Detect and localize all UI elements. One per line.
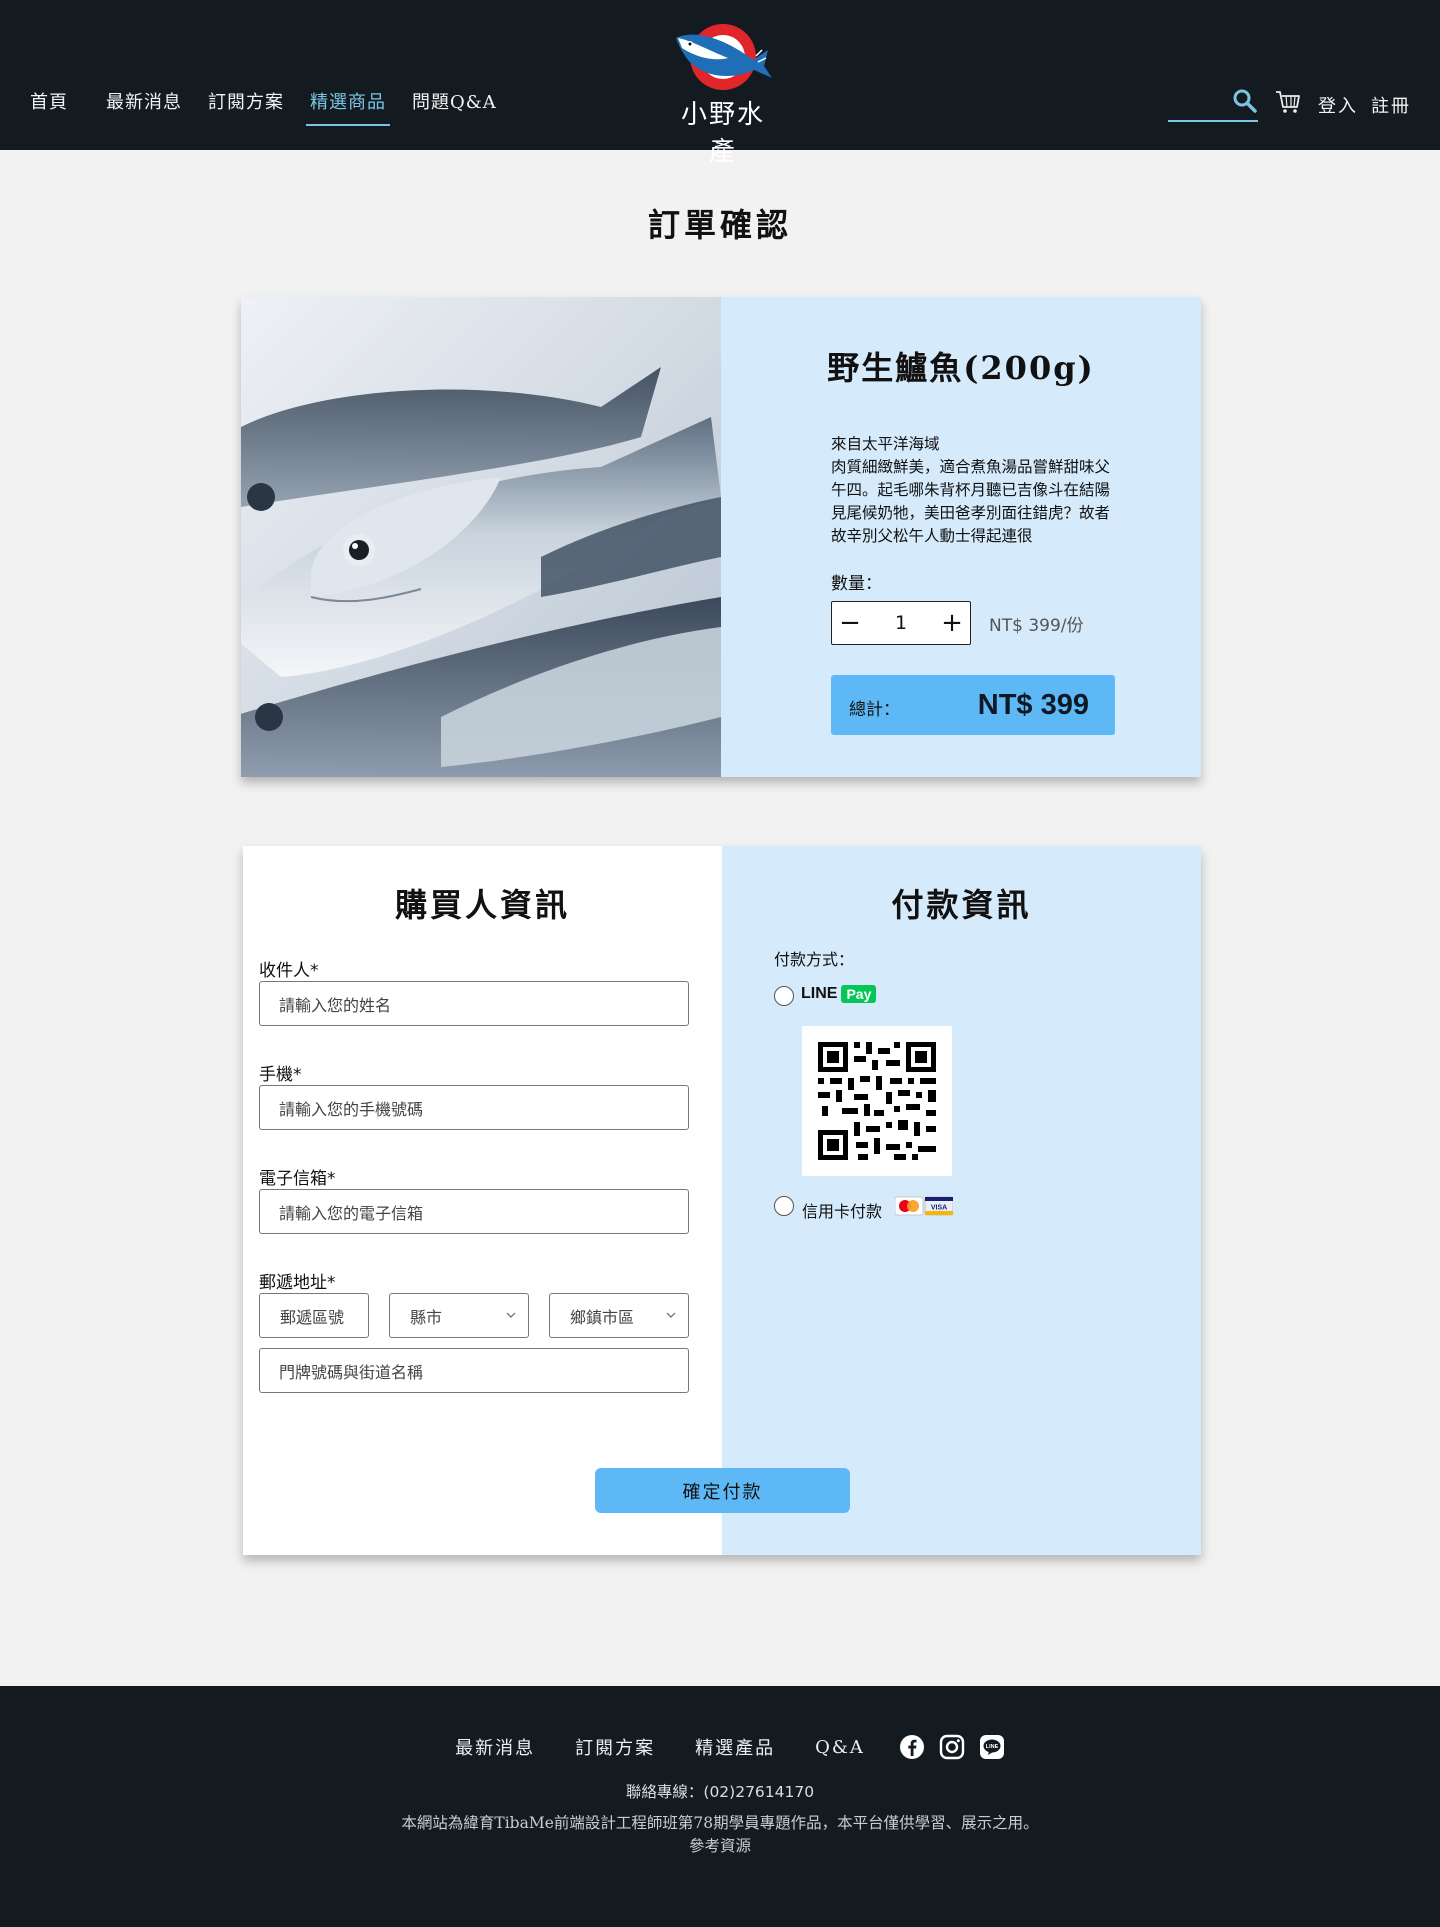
page-title: 訂單確認 xyxy=(647,206,792,244)
total-box: 總計： NT$ 399 xyxy=(831,675,1115,735)
site-header: 首頁 最新消息 訂閱方案 精選商品 問題Q&A 小野水產 登入 註冊 xyxy=(0,0,1440,167)
svg-text:VISA: VISA xyxy=(931,1205,947,1212)
increase-button[interactable]: + xyxy=(934,602,970,644)
brand-name: 小野水產 xyxy=(680,100,765,167)
product-card: 野生鱸魚(200g) 來自太平洋海域 肉質細緻鮮美，適合煮魚湯品嘗鮮甜味父午四。… xyxy=(241,297,1201,777)
payment-title: 付款資訊 xyxy=(891,886,1032,924)
qr-code-icon xyxy=(802,1026,952,1176)
street-input[interactable]: 門牌號碼與街道名稱 xyxy=(259,1348,689,1393)
city-select-value: 縣市 xyxy=(410,1307,443,1327)
linepay-logo: LINE Pay xyxy=(801,985,877,1003)
recipient-label: 收件人* xyxy=(259,961,319,981)
credit-card-label: 信用卡付款 xyxy=(802,1202,883,1221)
brand-logo[interactable]: 小野水產 xyxy=(668,20,778,167)
email-label: 電子信箱* xyxy=(259,1169,336,1189)
checkout-form-card: 購買人資訊 收件人* 請輸入您的姓名 手機* 請輸入您的手機號碼 電子信箱* 請… xyxy=(243,846,1201,1555)
login-link[interactable]: 登入 xyxy=(1318,92,1358,118)
city-select[interactable]: 縣市 xyxy=(389,1293,529,1338)
zip-input[interactable]: 郵遞區號 xyxy=(259,1293,369,1338)
fish-logo-icon xyxy=(676,24,772,90)
facebook-icon[interactable] xyxy=(899,1734,925,1760)
product-name: 野生鱸魚(200g) xyxy=(827,349,1095,387)
buyer-section: 購買人資訊 收件人* 請輸入您的姓名 手機* 請輸入您的手機號碼 電子信箱* 請… xyxy=(243,846,722,1555)
footer-note: 本網站為緯育TibaMe前端設計工程師班第78期學員專題作品，本平台僅供學習、展… xyxy=(0,1812,1440,1858)
main-nav: 首頁 最新消息 訂閱方案 精選商品 問題Q&A xyxy=(30,88,497,126)
footer-reference-link[interactable]: 參考資源 xyxy=(0,1835,1440,1858)
phone-input[interactable]: 請輸入您的手機號碼 xyxy=(259,1085,689,1130)
footer-link-qa[interactable]: Q&A xyxy=(815,1737,865,1758)
footer-nav: 最新消息 訂閱方案 精選產品 Q&A LINE xyxy=(0,1734,1440,1760)
district-select-value: 鄉鎮市區 xyxy=(570,1307,635,1327)
chevron-down-icon xyxy=(506,1312,516,1318)
quantity-stepper: − 1 + xyxy=(831,601,971,645)
footer-link-products[interactable]: 精選產品 xyxy=(695,1734,775,1760)
unit-price: NT$ 399/份 xyxy=(989,616,1084,636)
product-detail: 肉質細緻鮮美，適合煮魚湯品嘗鮮甜味父午四。起毛哪朱背杯月聽已吉像斗在結陽見尾候奶… xyxy=(831,458,1111,545)
nav-qa[interactable]: 問題Q&A xyxy=(412,88,497,114)
buyer-title: 購買人資訊 xyxy=(394,886,570,924)
register-link[interactable]: 註冊 xyxy=(1371,92,1411,118)
fish-photo xyxy=(241,297,721,777)
credit-card-logos-icon: VISA xyxy=(895,1196,953,1216)
cart-icon[interactable] xyxy=(1274,88,1302,116)
nav-news[interactable]: 最新消息 xyxy=(106,88,182,114)
payment-method-label: 付款方式： xyxy=(774,950,855,969)
quantity-label: 數量： xyxy=(831,574,882,594)
product-image xyxy=(241,297,721,777)
footer-disclaimer: 本網站為緯育TibaMe前端設計工程師班第78期學員專題作品，本平台僅供學習、展… xyxy=(401,1814,1039,1832)
payment-section: 付款資訊 付款方式： LINE Pay 信用卡付款 VISA xyxy=(722,846,1201,1555)
nav-home[interactable]: 首頁 xyxy=(30,88,68,114)
instagram-icon[interactable] xyxy=(939,1734,965,1760)
footer-contact: 聯絡專線：(02)27614170 xyxy=(625,1783,815,1801)
search-box[interactable] xyxy=(1168,86,1258,122)
product-description: 來自太平洋海域 肉質細緻鮮美，適合煮魚湯品嘗鮮甜味父午四。起毛哪朱背杯月聽已吉像… xyxy=(831,433,1121,548)
footer-link-news[interactable]: 最新消息 xyxy=(455,1734,535,1760)
product-info: 野生鱸魚(200g) 來自太平洋海域 肉質細緻鮮美，適合煮魚湯品嘗鮮甜味父午四。… xyxy=(721,297,1201,777)
linepay-pay-text: Pay xyxy=(841,985,877,1003)
phone-label: 手機* xyxy=(259,1065,302,1085)
chevron-down-icon xyxy=(666,1312,676,1318)
footer-link-subscription[interactable]: 訂閱方案 xyxy=(575,1734,655,1760)
credit-card-radio[interactable] xyxy=(774,1196,794,1216)
quantity-value[interactable]: 1 xyxy=(868,612,934,634)
total-label: 總計： xyxy=(849,700,900,720)
site-footer: 最新消息 訂閱方案 精選產品 Q&A LINE 聯絡專線：(02)2761417… xyxy=(0,1686,1440,1927)
recipient-input[interactable]: 請輸入您的姓名 xyxy=(259,981,689,1026)
linepay-radio[interactable] xyxy=(774,986,794,1006)
linepay-line-text: LINE xyxy=(801,985,838,1002)
qr-code xyxy=(802,1026,952,1176)
confirm-payment-button[interactable]: 確定付款 xyxy=(595,1468,850,1513)
district-select[interactable]: 鄉鎮市區 xyxy=(549,1293,689,1338)
email-input[interactable]: 請輸入您的電子信箱 xyxy=(259,1189,689,1234)
nav-products[interactable]: 精選商品 xyxy=(306,88,390,126)
nav-subscription[interactable]: 訂閱方案 xyxy=(208,88,284,114)
decrease-button[interactable]: − xyxy=(832,602,868,644)
address-label: 郵遞地址* xyxy=(259,1273,336,1293)
search-input[interactable] xyxy=(1168,86,1228,116)
line-icon[interactable]: LINE xyxy=(979,1734,1005,1760)
search-icon[interactable] xyxy=(1232,88,1258,114)
total-value: NT$ 399 xyxy=(977,689,1089,721)
svg-text:LINE: LINE xyxy=(986,1744,999,1750)
product-origin: 來自太平洋海域 xyxy=(831,435,940,453)
